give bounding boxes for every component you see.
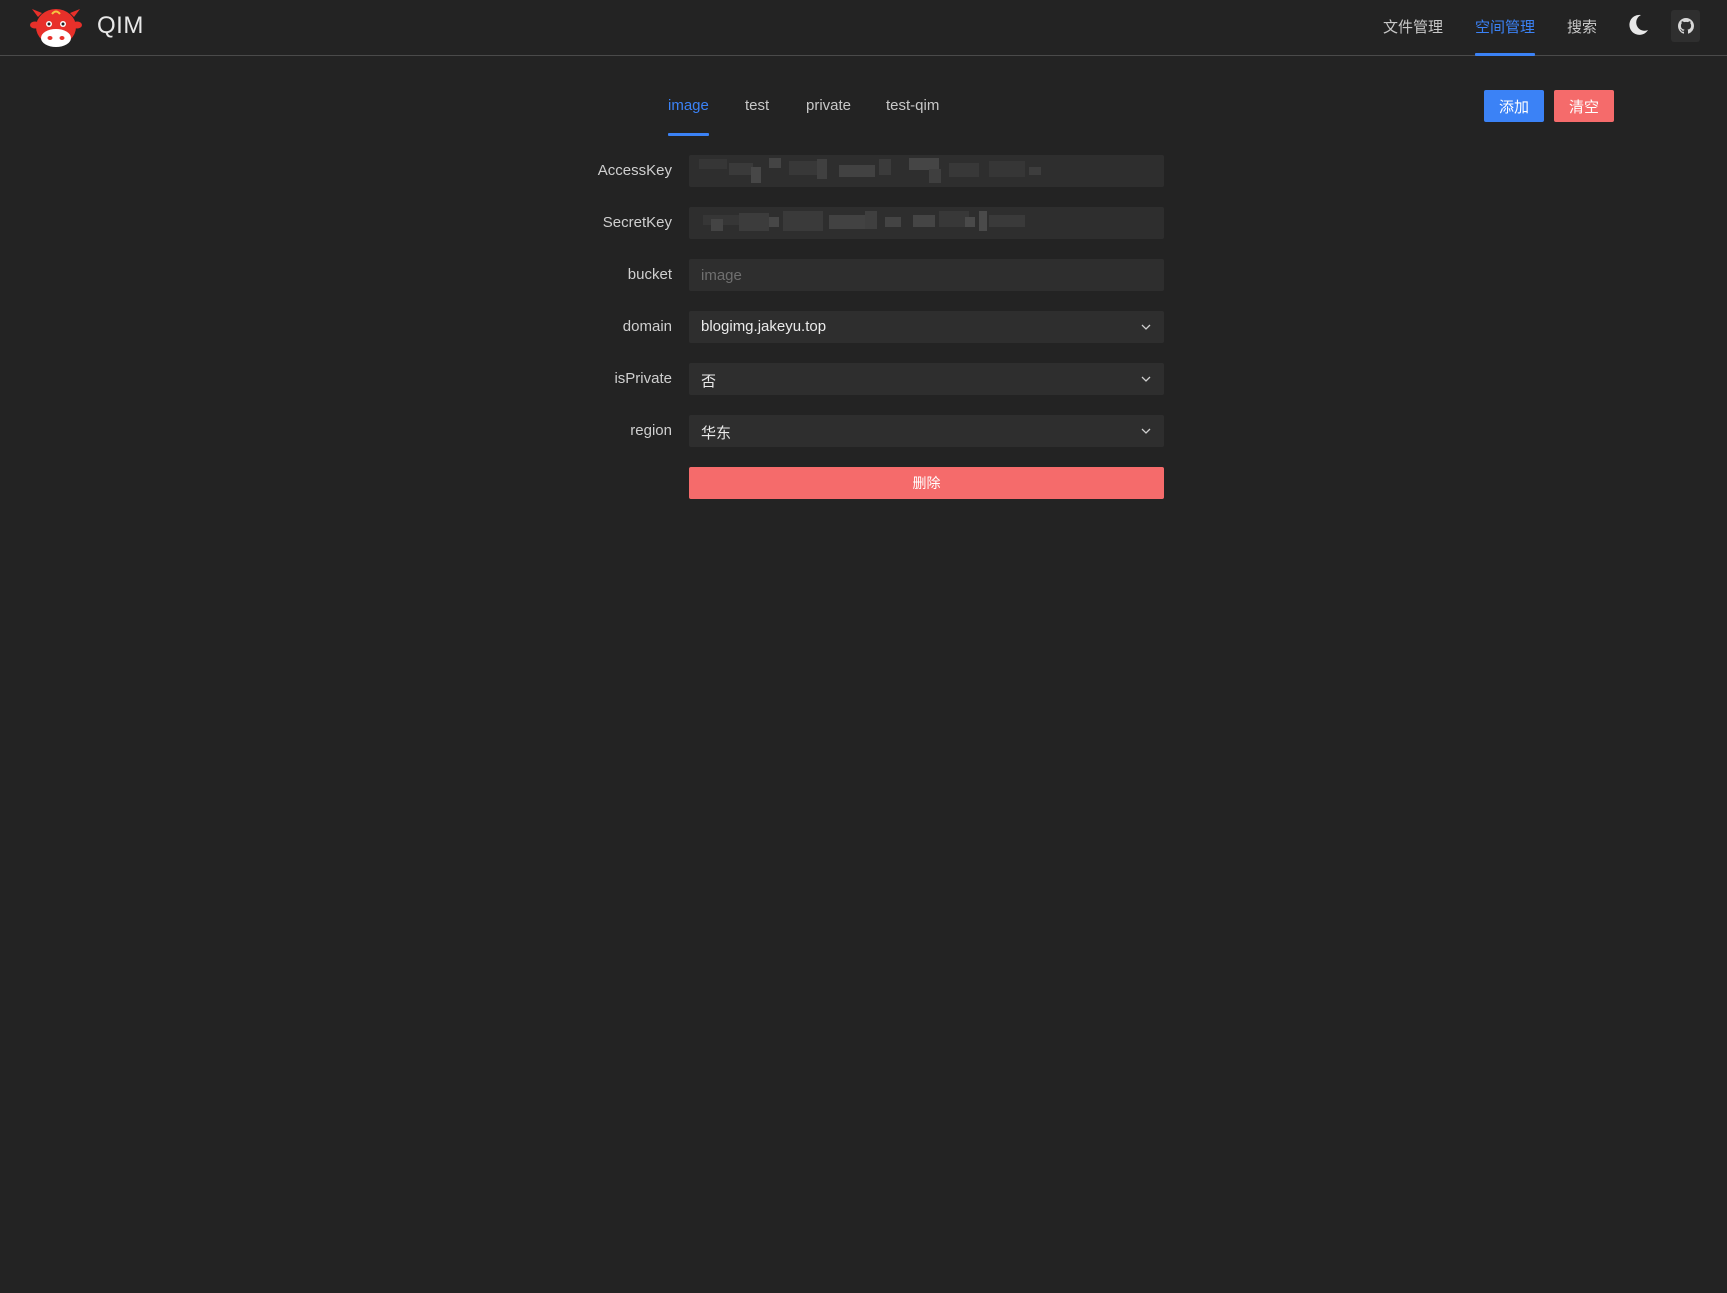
tab-test[interactable]: test xyxy=(745,97,769,136)
tab-image[interactable]: image xyxy=(668,97,709,136)
chevron-down-icon xyxy=(1141,428,1151,434)
access-key-field[interactable] xyxy=(689,155,1164,187)
clear-button[interactable]: 清空 xyxy=(1554,90,1614,122)
domain-select[interactable]: blogimg.jakeyu.top xyxy=(689,311,1164,343)
github-button[interactable] xyxy=(1671,10,1700,42)
nav-label: 文件管理 xyxy=(1383,19,1444,36)
region-select-value: 华东 xyxy=(701,425,732,442)
moon-icon[interactable] xyxy=(1626,13,1650,37)
tab-label: test xyxy=(745,97,770,114)
cow-mascot-icon[interactable] xyxy=(30,5,82,51)
bucket-input[interactable] xyxy=(689,259,1164,291)
nav-file-management[interactable]: 文件管理 xyxy=(1383,16,1443,56)
secret-key-field[interactable] xyxy=(689,207,1164,239)
nav-space-management[interactable]: 空间管理 xyxy=(1475,16,1536,56)
region-label: region xyxy=(630,422,672,439)
active-tab-indicator xyxy=(668,133,709,136)
domain-label: domain xyxy=(622,318,672,335)
access-key-label: AccessKey xyxy=(597,162,672,179)
github-icon xyxy=(1677,18,1694,34)
tab-test-qim[interactable]: test-qim xyxy=(886,97,939,136)
chevron-down-icon xyxy=(1141,324,1151,330)
bucket-label: bucket xyxy=(627,266,672,283)
add-button[interactable]: 添加 xyxy=(1484,90,1544,122)
app-title[interactable]: QIM xyxy=(97,12,144,40)
region-select[interactable]: 华东 xyxy=(689,415,1164,447)
delete-button[interactable]: 删除 xyxy=(689,467,1164,499)
tab-label: test-qim xyxy=(886,97,940,114)
tab-label: image xyxy=(668,97,709,114)
bucket-field[interactable] xyxy=(689,259,1164,291)
secret-key-label: SecretKey xyxy=(602,214,672,231)
is-private-select[interactable]: 否 xyxy=(689,363,1164,395)
tab-label: private xyxy=(806,97,852,114)
nav-label: 空间管理 xyxy=(1475,19,1536,36)
domain-select-value: blogimg.jakeyu.top xyxy=(701,318,827,335)
bucket-tabs: image test private test-qim xyxy=(0,86,1727,136)
active-nav-indicator xyxy=(1475,53,1536,56)
is-private-select-value: 否 xyxy=(701,373,717,390)
nav-search[interactable]: 搜索 xyxy=(1567,16,1597,56)
tab-private[interactable]: private xyxy=(806,97,851,136)
top-header: QIM 文件管理 空间管理 搜索 xyxy=(0,0,1727,56)
is-private-label: isPrivate xyxy=(614,370,672,387)
nav-label: 搜索 xyxy=(1567,19,1598,36)
chevron-down-icon xyxy=(1141,376,1151,382)
